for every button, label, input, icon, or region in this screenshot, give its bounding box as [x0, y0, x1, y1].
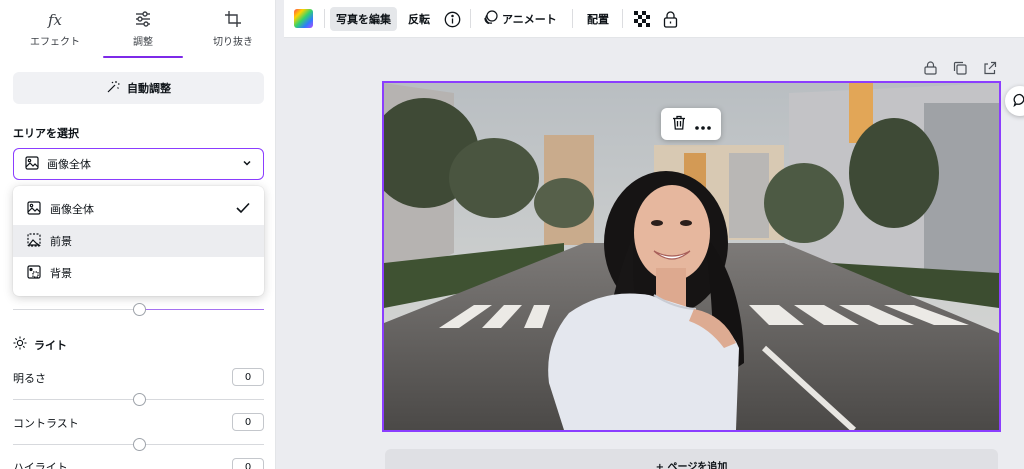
- brightness-label: 明るさ: [13, 372, 46, 385]
- transparency-icon[interactable]: [632, 9, 652, 29]
- auto-adjust-label: 自動調整: [127, 82, 171, 95]
- share-page-icon[interactable]: [982, 60, 998, 76]
- flip-button[interactable]: 反転: [402, 7, 436, 31]
- tab-crop[interactable]: 切り抜き: [193, 10, 273, 48]
- sun-icon: [13, 336, 27, 353]
- duplicate-page-icon[interactable]: [952, 60, 968, 76]
- area-option-background[interactable]: 背景: [13, 257, 264, 289]
- context-toolbar: 写真を編集 反転 アニメート 配置: [284, 0, 1024, 38]
- background-icon: [27, 264, 41, 282]
- add-page-button[interactable]: + ページを追加: [385, 449, 998, 469]
- tab-adjust-label: 調整: [133, 37, 153, 48]
- highlights-value-input[interactable]: 0: [232, 458, 264, 469]
- lock-page-icon[interactable]: [922, 60, 938, 76]
- info-icon[interactable]: [442, 9, 462, 29]
- slider-fill: [139, 309, 264, 310]
- area-select-label: エリアを選択: [13, 127, 79, 140]
- area-select-value: 画像全体: [47, 158, 91, 171]
- more-options-icon[interactable]: [694, 115, 711, 134]
- tab-crop-label: 切り抜き: [213, 37, 253, 48]
- adjust-sliders-icon: [103, 10, 183, 30]
- image-full-icon: [27, 200, 41, 218]
- comment-button[interactable]: [1005, 86, 1024, 116]
- tab-effects[interactable]: fx エフェクト: [15, 10, 95, 48]
- toolbar-divider: [622, 9, 623, 28]
- area-option-label: 背景: [50, 267, 72, 280]
- page-tools: [922, 60, 998, 76]
- lock-icon[interactable]: [660, 9, 680, 29]
- image-full-icon: [25, 155, 39, 173]
- area-option-foreground[interactable]: 前景: [13, 225, 264, 257]
- tab-effects-label: エフェクト: [30, 37, 80, 48]
- area-select-dropdown[interactable]: 画像全体: [13, 148, 264, 180]
- area-option-label: 前景: [50, 235, 72, 248]
- toolbar-divider: [470, 9, 471, 28]
- brightness-slider-thumb[interactable]: [133, 393, 146, 406]
- auto-adjust-button[interactable]: 自動調整: [13, 72, 264, 104]
- adjust-panel: fx エフェクト 調整 切り抜き 自動調整 エリアを選択 画像全体 画像全体 前…: [0, 0, 276, 469]
- contrast-label: コントラスト: [13, 417, 79, 430]
- edit-photo-button[interactable]: 写真を編集: [330, 7, 397, 31]
- animate-button[interactable]: アニメート: [477, 7, 563, 31]
- animate-label: アニメート: [502, 13, 557, 26]
- area-option-label: 画像全体: [50, 203, 94, 216]
- contrast-slider-thumb[interactable]: [133, 438, 146, 451]
- animate-icon: [483, 10, 498, 28]
- tab-adjust[interactable]: 調整: [103, 10, 183, 48]
- comment-icon: [1013, 92, 1024, 111]
- toolbar-divider: [324, 9, 325, 28]
- image-quick-actions: [661, 108, 721, 140]
- crop-icon: [193, 10, 273, 30]
- slider-thumb[interactable]: [133, 303, 146, 316]
- light-heading-label: ライト: [34, 338, 67, 352]
- brightness-value-input[interactable]: 0: [232, 368, 264, 386]
- color-swatch-button[interactable]: [294, 9, 313, 28]
- effects-fx-icon: fx: [47, 11, 62, 29]
- area-option-full[interactable]: 画像全体: [13, 193, 264, 225]
- contrast-value-input[interactable]: 0: [232, 413, 264, 431]
- panel-tabs: fx エフェクト 調整 切り抜き: [0, 0, 275, 60]
- chevron-down-icon: [242, 158, 252, 171]
- active-tab-indicator: [103, 56, 183, 58]
- position-button[interactable]: 配置: [581, 7, 615, 31]
- trash-icon[interactable]: [672, 115, 686, 134]
- checkmark-icon: [236, 202, 250, 217]
- foreground-icon: [27, 232, 41, 250]
- toolbar-divider: [572, 9, 573, 28]
- light-section-heading: ライト: [13, 336, 67, 353]
- magic-wand-icon: [106, 80, 120, 97]
- highlights-label: ハイライト: [13, 461, 68, 469]
- area-options-menu: 画像全体 前景 背景: [13, 186, 264, 296]
